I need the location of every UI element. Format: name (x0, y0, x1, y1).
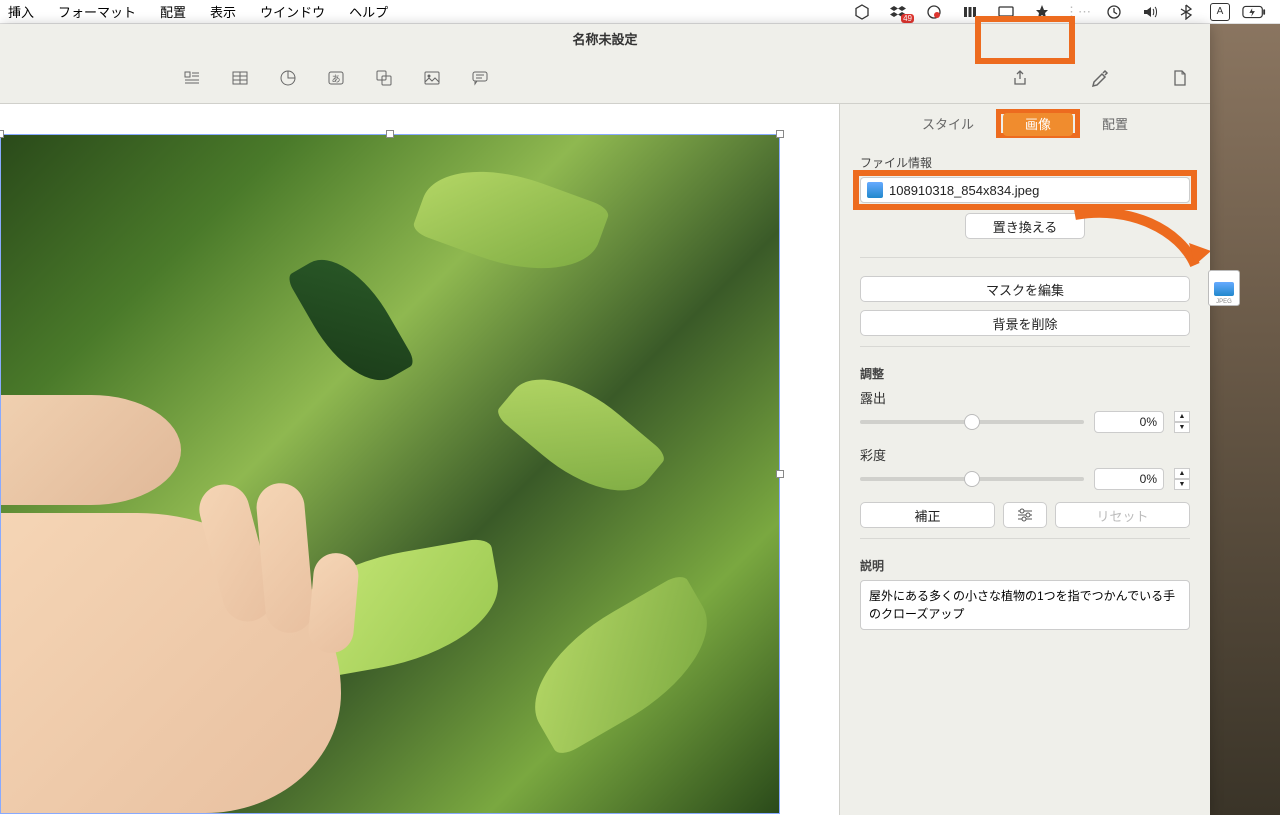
adjust-label: 調整 (860, 365, 1190, 382)
menu-arrange[interactable]: 配置 (160, 2, 186, 21)
exposure-stepper[interactable]: ▲▼ (1174, 411, 1190, 433)
adjust-settings-button[interactable] (1003, 502, 1047, 528)
document-canvas[interactable] (0, 104, 840, 815)
menu-insert[interactable]: 挿入 (8, 2, 34, 21)
tb-paragraph-icon[interactable] (182, 68, 202, 88)
tb-media-icon[interactable] (422, 68, 442, 88)
subtab-arrange[interactable]: 配置 (1080, 110, 1150, 137)
tb-document-icon[interactable] (1170, 68, 1190, 88)
edit-mask-button[interactable]: マスクを編集 (860, 276, 1190, 302)
resize-handle[interactable] (776, 470, 784, 478)
divider (860, 346, 1190, 347)
unity-icon[interactable] (850, 3, 874, 21)
tb-chart-icon[interactable] (278, 68, 298, 88)
tb-comment-icon[interactable] (470, 68, 490, 88)
window-title: 名称未設定 (0, 24, 1210, 52)
replace-button[interactable]: 置き換える (965, 213, 1085, 239)
slider-thumb[interactable] (964, 414, 980, 430)
menu-view[interactable]: 表示 (210, 2, 236, 21)
menu-format[interactable]: フォーマット (58, 2, 136, 21)
app-window: 名称未設定 あ (0, 24, 1210, 815)
subtab-style[interactable]: スタイル (900, 110, 996, 137)
pin-icon[interactable] (1030, 3, 1054, 21)
menu-window[interactable]: ウインドウ (260, 2, 325, 21)
volume-icon[interactable] (1138, 3, 1162, 21)
system-menubar: 挿入 フォーマット 配置 表示 ウインドウ ヘルプ ⋮⋯ A (0, 0, 1280, 24)
tb-format-icon[interactable] (1090, 68, 1110, 88)
tb-share-icon[interactable] (1010, 68, 1030, 88)
dots-icon[interactable]: ⋮⋯ (1066, 3, 1090, 21)
tb-shape-icon[interactable] (374, 68, 394, 88)
cloud-sync-icon[interactable] (922, 3, 946, 21)
display-icon[interactable] (994, 3, 1018, 21)
saturation-label: 彩度 (860, 445, 1190, 464)
subtab-image[interactable]: 画像 (1003, 113, 1073, 136)
image-content (1, 135, 779, 813)
highlight-annotation-imagetab: 画像 (996, 109, 1080, 138)
saturation-stepper[interactable]: ▲▼ (1174, 468, 1190, 490)
bluetooth-icon[interactable] (1174, 3, 1198, 21)
slider-thumb[interactable] (964, 471, 980, 487)
remove-background-button[interactable]: 背景を削除 (860, 310, 1190, 336)
saturation-value[interactable]: 0% (1094, 468, 1164, 490)
reset-button[interactable]: リセット (1055, 502, 1190, 528)
file-thumbnail-icon (867, 182, 883, 198)
dragged-file-icon[interactable]: JPEG (1208, 270, 1240, 306)
enhance-button[interactable]: 補正 (860, 502, 995, 528)
input-source-icon[interactable]: A (1210, 3, 1230, 21)
battery-icon[interactable] (1242, 3, 1266, 21)
divider (860, 538, 1190, 539)
svg-text:あ: あ (331, 74, 340, 84)
toolbar: あ (0, 52, 1210, 104)
tb-text-icon[interactable]: あ (326, 68, 346, 88)
exposure-slider[interactable] (860, 420, 1084, 424)
description-label: 説明 (860, 557, 1190, 574)
dropbox-icon[interactable] (886, 3, 910, 21)
tb-table-icon[interactable] (230, 68, 250, 88)
resize-handle[interactable] (0, 130, 4, 138)
resize-handle[interactable] (386, 130, 394, 138)
desktop-background (1210, 24, 1280, 815)
file-info-row[interactable]: 108910318_854x834.jpeg (860, 177, 1190, 203)
selected-image[interactable] (0, 134, 780, 814)
file-info-label: ファイル情報 (860, 154, 1190, 171)
saturation-slider[interactable] (860, 477, 1084, 481)
exposure-label: 露出 (860, 388, 1190, 407)
format-inspector: スタイル 画像 配置 ファイル情報 108910318_854x834.jpeg… (840, 104, 1210, 815)
file-name: 108910318_854x834.jpeg (889, 183, 1039, 198)
bars-icon[interactable] (958, 3, 982, 21)
resize-handle[interactable] (776, 130, 784, 138)
timemachine-icon[interactable] (1102, 3, 1126, 21)
menu-help[interactable]: ヘルプ (349, 2, 388, 21)
divider (860, 257, 1190, 258)
description-textarea[interactable]: 屋外にある多くの小さな植物の1つを指でつかんでいる手のクローズアップ (860, 580, 1190, 630)
exposure-value[interactable]: 0% (1094, 411, 1164, 433)
